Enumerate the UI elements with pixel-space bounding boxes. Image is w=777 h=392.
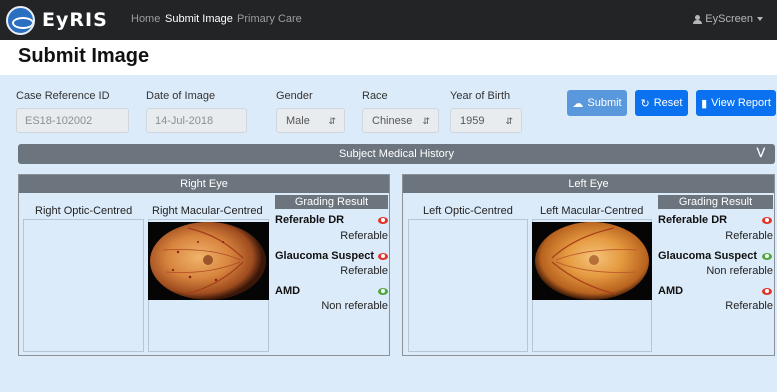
double-chevron-down-icon: ⋁ xyxy=(756,147,765,158)
left-glaucoma-value: Non referable xyxy=(706,265,773,277)
left-macular-fundus-image[interactable] xyxy=(532,222,652,300)
reset-button[interactable]: ↻ Reset xyxy=(635,90,688,116)
eye-status-icon xyxy=(378,288,388,295)
right-macular-fundus-image[interactable] xyxy=(148,222,269,300)
year-of-birth-label: Year of Birth xyxy=(450,90,511,102)
right-glaucoma-value: Referable xyxy=(340,265,388,277)
right-glaucoma-name: Glaucoma Suspect xyxy=(275,250,375,262)
case-reference-input[interactable]: ES18-102002 xyxy=(16,108,129,133)
right-eye-header: Right Eye xyxy=(19,175,389,193)
nav-primary-care[interactable]: Primary Care xyxy=(237,13,302,25)
right-optic-label: Right Optic-Centred xyxy=(35,205,133,217)
left-dr-value: Referable xyxy=(725,230,773,242)
eye-status-icon xyxy=(762,217,772,224)
nav-submit-image[interactable]: Submit Image xyxy=(165,13,233,25)
eye-status-icon xyxy=(378,217,388,224)
medical-history-toggle[interactable]: Subject Medical History ⋁ xyxy=(18,144,775,164)
gender-label: Gender xyxy=(276,90,313,102)
view-report-label: View Report xyxy=(711,97,771,109)
navbar: EyRIS Home Submit Image Primary Care EyS… xyxy=(0,0,777,40)
date-of-image-label: Date of Image xyxy=(146,90,216,102)
left-eye-header: Left Eye xyxy=(403,175,774,193)
date-of-image-input[interactable]: 14-Jul-2018 xyxy=(146,108,247,133)
right-grading-header: Grading Result xyxy=(275,195,388,209)
nav-home[interactable]: Home xyxy=(131,13,160,25)
gender-select[interactable]: Male ⇵ xyxy=(276,108,345,133)
select-arrows-icon: ⇵ xyxy=(505,116,513,126)
left-glaucoma-name: Glaucoma Suspect xyxy=(658,250,758,262)
caret-down-icon xyxy=(757,17,763,21)
reset-label: Reset xyxy=(653,97,683,109)
eye-logo-icon xyxy=(6,5,35,35)
right-macular-label: Right Macular-Centred xyxy=(152,205,263,217)
right-optic-image-slot[interactable] xyxy=(23,219,144,352)
race-select[interactable]: Chinese ⇵ xyxy=(362,108,439,133)
left-grading-header: Grading Result xyxy=(658,195,773,209)
right-dr-value: Referable xyxy=(340,230,388,242)
year-of-birth-value: 1959 xyxy=(460,115,485,127)
right-amd-name: AMD xyxy=(275,285,301,297)
submit-label: Submit xyxy=(587,97,622,109)
case-reference-label: Case Reference ID xyxy=(16,90,110,102)
submit-button[interactable]: ☁ Submit xyxy=(567,90,627,116)
left-optic-label: Left Optic-Centred xyxy=(423,205,513,217)
medical-history-label: Subject Medical History xyxy=(339,148,454,160)
right-amd-value: Non referable xyxy=(321,300,388,312)
left-amd-value: Referable xyxy=(725,300,773,312)
race-label: Race xyxy=(362,90,388,102)
left-macular-label: Left Macular-Centred xyxy=(540,205,644,217)
document-icon: ▮ xyxy=(701,97,708,110)
select-arrows-icon: ⇵ xyxy=(328,116,336,126)
refresh-icon: ↻ xyxy=(640,97,650,110)
cloud-upload-icon: ☁ xyxy=(572,97,584,110)
left-dr-name: Referable DR xyxy=(658,214,728,226)
page-title: Submit Image xyxy=(18,45,150,67)
eye-status-icon xyxy=(378,253,388,260)
left-amd-name: AMD xyxy=(658,285,684,297)
right-dr-name: Referable DR xyxy=(275,214,345,226)
eye-status-icon xyxy=(762,288,772,295)
brand-logo[interactable]: EyRIS xyxy=(6,5,108,35)
user-name: EyScreen xyxy=(705,13,753,25)
user-icon xyxy=(693,14,703,24)
user-menu[interactable]: EyScreen xyxy=(693,13,763,25)
race-value: Chinese xyxy=(372,115,413,127)
left-optic-image-slot[interactable] xyxy=(408,219,528,352)
view-report-button[interactable]: ▮ View Report xyxy=(696,90,776,116)
gender-value: Male xyxy=(286,115,310,127)
brand-name: EyRIS xyxy=(42,9,108,31)
eye-status-icon xyxy=(762,253,772,260)
year-of-birth-select[interactable]: 1959 ⇵ xyxy=(450,108,522,133)
select-arrows-icon: ⇵ xyxy=(422,116,430,126)
